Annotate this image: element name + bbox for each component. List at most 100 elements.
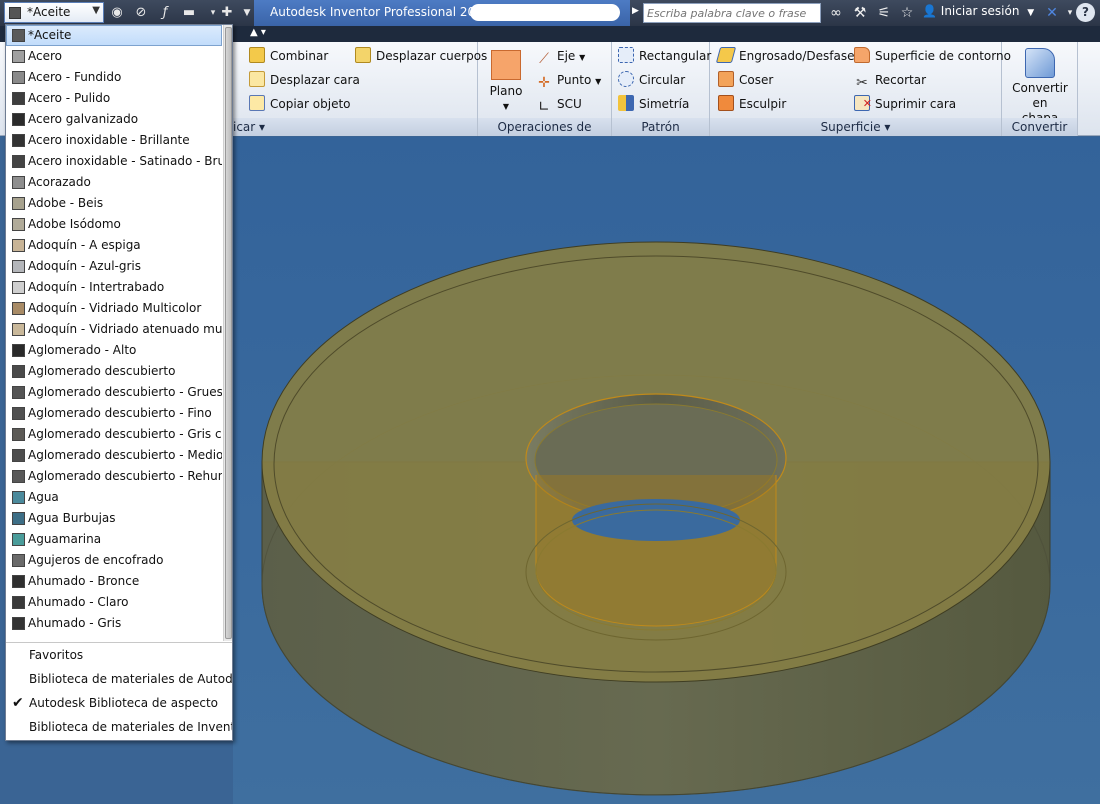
desplazar-cuerpos-button[interactable]: Desplazar cuerpos bbox=[355, 46, 487, 66]
exchange-apps-icon[interactable]: ✕ bbox=[1042, 3, 1062, 23]
material-item[interactable]: Aglomerado descubierto - Rehundido bbox=[6, 466, 222, 487]
move-face-icon bbox=[249, 71, 265, 87]
material-label: Aglomerado descubierto - Rehundido bbox=[28, 469, 222, 483]
material-item[interactable]: Aglomerado descubierto - Fino bbox=[6, 403, 222, 424]
material-item[interactable]: Ahumado - Claro bbox=[6, 592, 222, 613]
material-item[interactable]: Acero - Fundido bbox=[6, 67, 222, 88]
material-swatch bbox=[12, 512, 25, 525]
material-label: Aglomerado descubierto bbox=[28, 364, 176, 378]
superficie-contorno-button[interactable]: Superficie de contorno bbox=[854, 46, 1011, 66]
chevron-down-icon: ▼ bbox=[579, 53, 586, 62]
ribbon-minimize-icon[interactable]: ▲ ▾ bbox=[250, 27, 266, 38]
wrench-icon[interactable]: ⚒ bbox=[850, 3, 870, 23]
search-input[interactable] bbox=[644, 4, 820, 22]
color-override-icon[interactable]: ◉ bbox=[108, 4, 126, 22]
suprimir-cara-button[interactable]: ✕ Suprimir cara bbox=[854, 94, 956, 114]
material-item[interactable]: Acorazado bbox=[6, 172, 222, 193]
material-label: Acero galvanizado bbox=[28, 112, 139, 126]
library-item[interactable]: Biblioteca de materiales de Inventor bbox=[6, 715, 232, 739]
material-item[interactable]: Acero inoxidable - Brillante bbox=[6, 130, 222, 151]
material-item[interactable]: Aglomerado descubierto - Medio bbox=[6, 445, 222, 466]
library-item[interactable]: Favoritos bbox=[6, 643, 232, 667]
material-item[interactable]: Adoquín - Vidriado Multicolor bbox=[6, 298, 222, 319]
library-item[interactable]: ✔ Autodesk Biblioteca de aspecto bbox=[6, 691, 232, 715]
material-item[interactable]: Agua Burbujas bbox=[6, 508, 222, 529]
material-item[interactable]: Agua bbox=[6, 487, 222, 508]
part-washer-model[interactable] bbox=[233, 137, 1100, 804]
material-item[interactable]: Adoquín - Vidriado atenuado multicolor bbox=[6, 319, 222, 340]
add-icon[interactable]: ✚ bbox=[218, 4, 236, 22]
combinar-button[interactable]: Combinar bbox=[249, 46, 328, 66]
material-label: Agua bbox=[28, 490, 59, 504]
appearance-combo[interactable]: *Aceite ▼ bbox=[4, 2, 104, 23]
circular-button[interactable]: Circular bbox=[618, 70, 685, 90]
stitch-icon bbox=[718, 71, 734, 87]
material-item[interactable]: Adoquín - Azul-gris bbox=[6, 256, 222, 277]
help-icon[interactable]: ? bbox=[1076, 3, 1095, 22]
material-swatch bbox=[12, 302, 25, 315]
panel-label-surface[interactable]: Superficie ▾ bbox=[710, 118, 1001, 136]
appearance-swatch bbox=[9, 7, 21, 19]
panel-label-pattern: Patrón bbox=[612, 118, 709, 136]
search-expand-icon[interactable]: ▶ bbox=[632, 6, 639, 16]
material-item[interactable]: Acero - Pulido bbox=[6, 88, 222, 109]
material-swatch bbox=[12, 71, 25, 84]
desplazar-cara-button[interactable]: Desplazar cara bbox=[249, 70, 360, 90]
binoculars-icon[interactable]: ∞ bbox=[826, 3, 846, 23]
plano-button[interactable]: Plano ▼ bbox=[486, 50, 526, 114]
material-item[interactable]: Agujeros de encofrado bbox=[6, 550, 222, 571]
scrollbar-thumb[interactable] bbox=[225, 27, 232, 639]
material-item[interactable]: Acero inoxidable - Satinado - Bruñido bbox=[6, 151, 222, 172]
satellite-icon[interactable]: ⚟ bbox=[874, 3, 894, 23]
eje-button[interactable]: ⟋ Eje ▼ bbox=[536, 46, 586, 67]
library-label: Autodesk Biblioteca de aspecto bbox=[29, 696, 218, 710]
panel-label-modify[interactable]: icar ▾ bbox=[233, 118, 477, 136]
graphics-viewport[interactable] bbox=[233, 137, 1100, 804]
engrosado-button[interactable]: Engrosado/Desfase bbox=[715, 46, 855, 66]
parameters-icon[interactable]: ƒ bbox=[156, 4, 174, 22]
search-box[interactable] bbox=[643, 3, 821, 23]
material-item[interactable]: Adoquín - Intertrabado bbox=[6, 277, 222, 298]
library-label: Biblioteca de materiales de Autodesk bbox=[29, 672, 233, 686]
recortar-button[interactable]: ✂ Recortar bbox=[854, 70, 926, 91]
material-label: Aglomerado descubierto - Fino bbox=[28, 406, 212, 420]
app-title-bar: Autodesk Inventor Professional 2014 bbox=[254, 0, 630, 26]
sculpt-icon bbox=[718, 95, 734, 111]
punto-button[interactable]: ✛ Punto ▼ bbox=[536, 70, 601, 91]
material-item[interactable]: Acero bbox=[6, 46, 222, 67]
clear-appearance-icon[interactable]: ⊘ bbox=[132, 4, 150, 22]
material-item[interactable]: Aglomerado - Alto bbox=[6, 340, 222, 361]
material-swatch bbox=[12, 50, 25, 63]
material-item[interactable]: Aguamarina bbox=[6, 529, 222, 550]
coser-button[interactable]: Coser bbox=[718, 70, 773, 90]
hole-through bbox=[572, 499, 740, 541]
material-item[interactable]: Acero galvanizado bbox=[6, 109, 222, 130]
measure-icon[interactable]: ▬ bbox=[180, 4, 198, 22]
material-swatch bbox=[12, 239, 25, 252]
material-swatch bbox=[12, 428, 25, 441]
material-item[interactable]: Ahumado - Bronce bbox=[6, 571, 222, 592]
signin-button[interactable]: 👤 Iniciar sesión ▼ bbox=[922, 4, 1034, 18]
material-item[interactable]: Aglomerado descubierto bbox=[6, 361, 222, 382]
user-icon: 👤 bbox=[922, 4, 937, 18]
convertir-chapa-button[interactable]: Convertir en chapa bbox=[1004, 48, 1076, 126]
point-icon: ✛ bbox=[538, 75, 550, 91]
material-label: *Aceite bbox=[28, 28, 72, 42]
copiar-objeto-button[interactable]: Copiar objeto bbox=[249, 94, 351, 114]
material-item[interactable]: Adoquín - A espiga bbox=[6, 235, 222, 256]
rectangular-button[interactable]: Rectangular bbox=[618, 46, 711, 66]
library-item[interactable]: Biblioteca de materiales de Autodesk bbox=[6, 667, 232, 691]
material-item[interactable]: Aglomerado descubierto - Gris cálido bbox=[6, 424, 222, 445]
scu-button[interactable]: ∟ SCU bbox=[536, 94, 582, 115]
star-icon[interactable]: ☆ bbox=[897, 3, 917, 23]
material-swatch bbox=[12, 176, 25, 189]
esculpir-button[interactable]: Esculpir bbox=[718, 94, 786, 114]
material-item[interactable]: Adobe Isódomo bbox=[6, 214, 222, 235]
material-swatch bbox=[12, 470, 25, 483]
material-item[interactable]: Adobe - Beis bbox=[6, 193, 222, 214]
material-list-scrollbar[interactable] bbox=[223, 25, 232, 641]
simetria-button[interactable]: Simetría bbox=[618, 94, 689, 114]
material-item[interactable]: Aglomerado descubierto - Grueso bbox=[6, 382, 222, 403]
material-item[interactable]: *Aceite bbox=[6, 25, 222, 46]
material-item[interactable]: Ahumado - Gris bbox=[6, 613, 222, 634]
